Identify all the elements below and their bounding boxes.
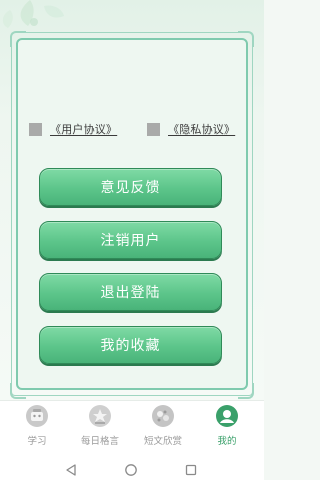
feedback-button[interactable]: 意见反馈 bbox=[39, 168, 222, 206]
back-icon[interactable] bbox=[64, 463, 78, 477]
favorites-button[interactable]: 我的收藏 bbox=[39, 326, 222, 364]
cancel-account-button[interactable]: 注销用户 bbox=[39, 221, 222, 259]
privacy-agreement-checkbox[interactable] bbox=[147, 122, 160, 136]
privacy-agreement-link[interactable]: 《隐私协议》 bbox=[168, 121, 235, 137]
frame-corner bbox=[238, 383, 254, 399]
essay-icon bbox=[150, 403, 176, 429]
motto-icon bbox=[87, 403, 113, 429]
tab-daily-motto[interactable]: 每日格言 bbox=[70, 403, 130, 455]
user-agreement-checkbox[interactable] bbox=[29, 122, 42, 136]
study-icon bbox=[24, 403, 50, 429]
frame-corner bbox=[238, 31, 254, 47]
tab-profile-label: 我的 bbox=[217, 436, 237, 447]
privacy-agreement-row[interactable]: 《隐私协议》 bbox=[147, 121, 235, 137]
logout-button[interactable]: 退出登陆 bbox=[39, 273, 222, 311]
tab-study-label: 学习 bbox=[27, 436, 47, 447]
recent-apps-icon[interactable] bbox=[184, 463, 198, 477]
tab-essays[interactable]: 短文欣赏 bbox=[133, 403, 193, 455]
profile-icon bbox=[214, 403, 240, 429]
tab-study[interactable]: 学习 bbox=[7, 403, 67, 455]
tab-daily-motto-label: 每日格言 bbox=[80, 436, 119, 447]
home-icon[interactable] bbox=[124, 463, 138, 477]
user-agreement-row[interactable]: 《用户协议》 bbox=[29, 121, 117, 137]
tab-essays-label: 短文欣赏 bbox=[143, 436, 182, 447]
tab-profile[interactable]: 我的 bbox=[197, 403, 257, 455]
user-agreement-link[interactable]: 《用户协议》 bbox=[50, 121, 117, 137]
frame-corner bbox=[10, 31, 26, 47]
frame-corner bbox=[10, 383, 26, 399]
